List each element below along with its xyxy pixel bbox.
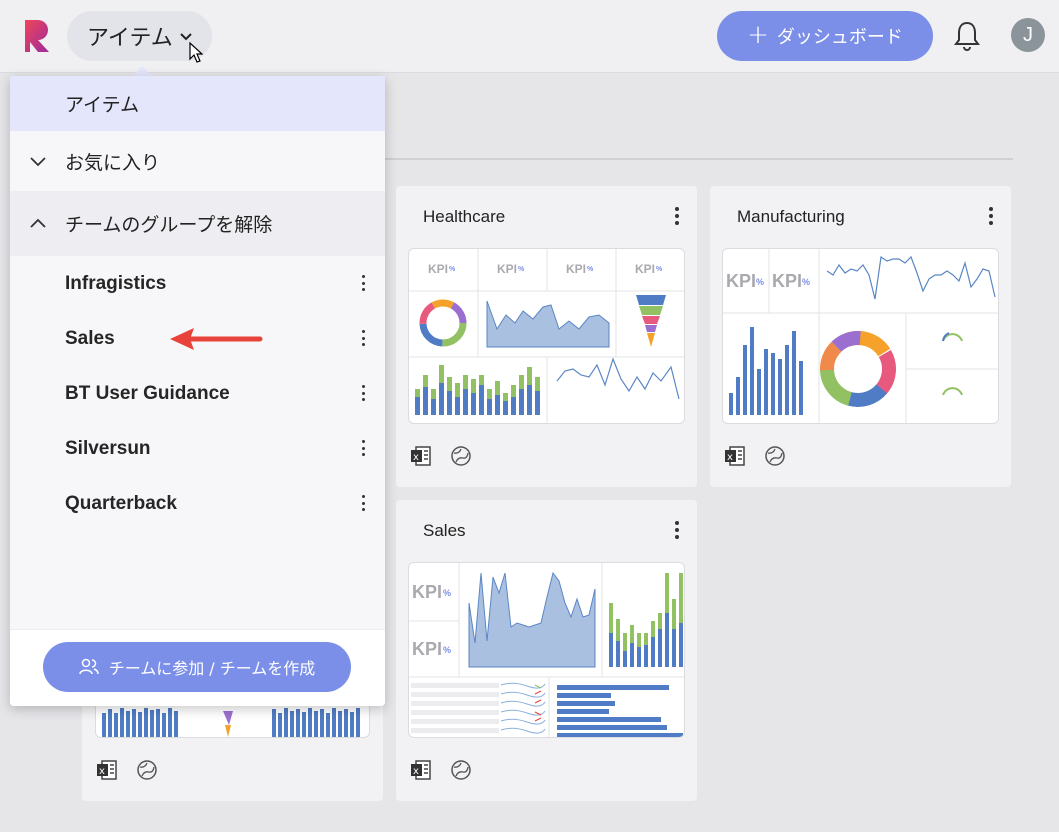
items-dropdown-menu: アイテム お気に入り チームのグループを解除 Infragistics Sale… [10,76,385,706]
app-logo[interactable] [22,18,52,54]
card-source-icons: x [410,759,472,781]
dashboard-card-healthcare[interactable]: Healthcare KPI% KPI% KPI% KPI% x [396,186,697,487]
excel-icon: x [725,446,745,466]
menu-item-label: お気に入り [65,151,161,174]
kpi-label: KPI [726,271,756,291]
card-title: Manufacturing [737,207,845,226]
card-source-icons: x [724,445,786,467]
team-name: Infragistics [65,272,167,294]
svg-text:x: x [413,452,419,463]
kpi-label: KPI [497,262,517,276]
svg-text:%: % [443,645,451,655]
more-vertical-icon[interactable] [985,204,997,228]
globe-icon [137,760,157,780]
menu-item-favorites[interactable]: お気に入り [10,131,385,191]
svg-text:%: % [443,588,451,598]
more-vertical-icon[interactable] [357,327,369,349]
team-item-bt-user-guidance[interactable]: BT User Guidance [10,366,385,421]
team-item-infragistics[interactable]: Infragistics [10,256,385,311]
card-source-icons: x [96,759,158,781]
kpi-label: KPI [428,262,448,276]
dashboard-thumbnail: KPI% KPI% [722,248,999,424]
more-vertical-icon[interactable] [671,518,683,542]
more-vertical-icon[interactable] [357,272,369,294]
bell-icon[interactable] [953,20,981,52]
svg-text:%: % [449,266,456,273]
menu-item-label: アイテム [65,94,140,116]
svg-text:%: % [518,266,525,273]
team-name: Sales [65,327,115,349]
mouse-cursor-icon [189,42,203,63]
section-divider [385,158,1013,160]
svg-text:%: % [656,266,663,273]
join-create-team-button[interactable]: チームに参加 / チームを作成 [43,642,351,692]
excel-icon: x [411,446,431,466]
svg-text:%: % [587,266,594,273]
globe-icon [451,446,471,466]
annotation-arrow-icon [170,328,263,350]
svg-text:%: % [756,277,764,287]
svg-text:x: x [413,766,419,777]
chevron-up-icon [30,218,46,228]
team-name: Silversun [65,437,151,459]
kpi-label: KPI [635,262,655,276]
svg-text:%: % [802,277,810,287]
user-avatar[interactable]: J [1011,18,1045,52]
card-source-icons: x [410,445,472,467]
menu-item-label: チームのグループを解除 [65,214,273,236]
excel-icon: x [97,760,117,780]
new-dashboard-button[interactable]: + ダッシュボード [717,11,933,61]
new-dashboard-label: ダッシュボード [776,27,903,48]
more-vertical-icon[interactable] [357,492,369,514]
plus-icon: + [747,19,769,50]
users-icon [78,658,99,675]
dashboard-card-manufacturing[interactable]: Manufacturing KPI% KPI% x [710,186,1011,487]
team-name: BT User Guidance [65,382,230,404]
dashboard-thumbnail: KPI% KPI% KPI% KPI% [408,248,685,424]
dashboard-card-sales[interactable]: Sales KPI% KPI% x [396,500,697,801]
more-vertical-icon[interactable] [671,204,683,228]
team-item-silversun[interactable]: Silversun [10,421,385,476]
team-item-quarterback[interactable]: Quarterback [10,476,385,531]
more-vertical-icon[interactable] [357,382,369,404]
menu-item-ungroup-teams[interactable]: チームのグループを解除 [10,191,385,256]
svg-text:x: x [727,452,733,463]
dropdown-footer: チームに参加 / チームを作成 [10,629,385,706]
card-title: Healthcare [423,207,506,226]
chevron-down-icon [30,157,46,167]
kpi-label: KPI [566,262,586,276]
excel-icon: x [411,760,431,780]
menu-item-items[interactable]: アイテム [10,76,385,131]
kpi-label: KPI [412,582,442,602]
items-menu-label: アイテム [87,26,173,51]
globe-icon [765,446,785,466]
svg-text:x: x [99,766,105,777]
top-bar: アイテム + ダッシュボード J [0,0,1059,73]
card-title: Sales [423,521,466,540]
team-name: Quarterback [65,492,177,514]
globe-icon [451,760,471,780]
dashboard-thumbnail: KPI% KPI% [408,562,685,738]
kpi-label: KPI [772,271,802,291]
join-create-team-label: チームに参加 / チームを作成 [108,659,316,678]
more-vertical-icon[interactable] [357,437,369,459]
kpi-label: KPI [412,639,442,659]
